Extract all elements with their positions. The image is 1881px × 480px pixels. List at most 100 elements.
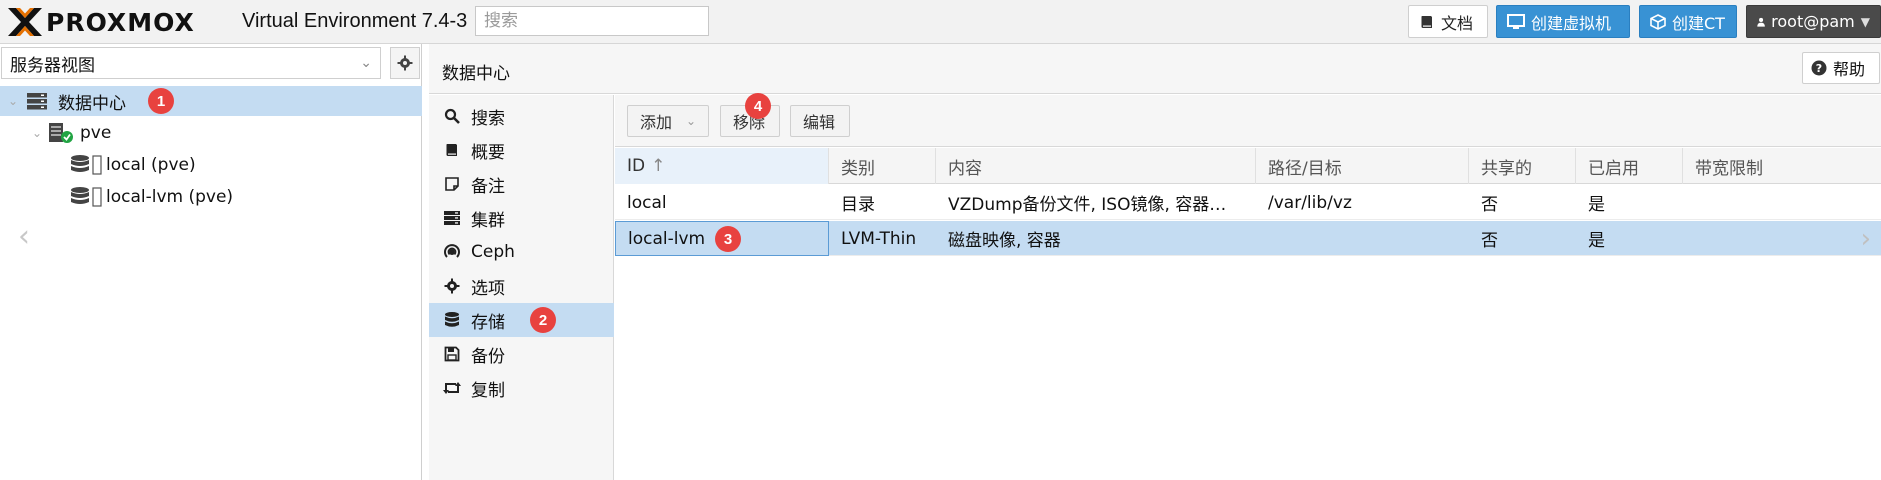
server-icon <box>444 211 460 225</box>
database-icon <box>445 312 459 327</box>
cell-path <box>1256 221 1469 256</box>
top-bar: PROXMOX Virtual Environment 7.4-3 文档 创建虚… <box>0 0 1881 44</box>
nav-item-label: 备份 <box>471 346 505 367</box>
nav-item-options[interactable]: 选项 <box>429 269 614 303</box>
database-icon <box>71 155 89 172</box>
edit-label: 编辑 <box>803 113 836 132</box>
cell-path: /var/lib/vz <box>1268 192 1352 213</box>
nav-item-summary[interactable]: 概要 <box>429 133 614 167</box>
nav-item-label: 选项 <box>471 278 505 299</box>
tree-node-local-storage[interactable]: local (pve) <box>0 150 422 180</box>
chevron-down-icon: ⌄ <box>685 114 696 128</box>
cell-enabled: 是 <box>1588 195 1605 215</box>
callout-marker-4: 4 <box>745 93 771 119</box>
tree-node-label: local-lvm (pve) <box>106 187 234 207</box>
create-vm-label: 创建虚拟机 <box>1531 13 1612 33</box>
tree-node-pve[interactable]: ⌄ pve <box>0 118 422 148</box>
brand-name: PROXMOX <box>46 7 195 37</box>
gear-icon <box>444 278 460 294</box>
collapse-icon[interactable]: ⌄ <box>8 94 22 108</box>
cube-icon <box>1650 13 1666 30</box>
tree-node-label: local (pve) <box>106 155 196 175</box>
cell-enabled: 是 <box>1588 231 1605 251</box>
chevron-left-icon[interactable]: ‹ <box>18 219 30 254</box>
chevron-right-icon[interactable]: › <box>1861 224 1871 254</box>
storage-toolbar: 添加 ⌄ 移除 编辑 4 <box>615 93 1881 147</box>
resource-tree-panel: 服务器视图 ⌄ ⌄ 数据中心 1 ⌄ pve local (pve) local… <box>0 44 422 480</box>
view-selector[interactable]: 服务器视图 ⌄ <box>1 47 381 79</box>
chevron-down-icon: ⌄ <box>360 55 372 71</box>
content-header: 数据中心 ? 帮助 <box>429 44 1881 94</box>
nav-item-search[interactable]: 搜索 <box>429 99 614 133</box>
help-label: 帮助 <box>1833 60 1866 79</box>
database-icon <box>71 187 89 204</box>
edit-button[interactable]: 编辑 <box>790 105 850 137</box>
column-header-content[interactable]: 内容 <box>936 148 1256 184</box>
docs-button[interactable]: 文档 <box>1408 5 1488 38</box>
node-online-icon <box>49 123 73 143</box>
nav-item-notes[interactable]: 备注 <box>429 167 614 201</box>
help-button[interactable]: ? 帮助 <box>1802 52 1880 84</box>
callout-marker-3: 3 <box>715 226 741 252</box>
view-selector-value: 服务器视图 <box>10 55 95 76</box>
question-circle-icon: ? <box>1811 60 1827 76</box>
nav-item-label: 集群 <box>471 210 505 231</box>
column-header-enabled[interactable]: 已启用 <box>1576 148 1683 184</box>
sort-ascending-icon: ↑ <box>651 156 666 176</box>
cell-content: 磁盘映像, 容器 <box>948 231 1061 251</box>
user-label: root@pam <box>1771 12 1855 31</box>
column-header-type[interactable]: 类别 <box>829 148 936 184</box>
nav-item-ceph[interactable]: Ceph <box>429 235 614 269</box>
nav-item-backup[interactable]: 备份 <box>429 337 614 371</box>
tree-node-label: pve <box>80 123 112 143</box>
user-icon <box>1757 17 1765 27</box>
storage-status-icon <box>92 187 102 207</box>
storage-content: 添加 ⌄ 移除 编辑 4 ID ↑ 类别 内容 路径/目标 共享的 已启用 带宽… <box>615 93 1881 480</box>
column-header-id[interactable]: ID ↑ <box>615 148 829 184</box>
callout-marker-2: 2 <box>530 307 556 333</box>
create-ct-button[interactable]: 创建CT <box>1639 5 1737 38</box>
nav-item-label: 概要 <box>471 142 505 163</box>
proxmox-logo[interactable]: PROXMOX <box>6 6 195 38</box>
column-header-path[interactable]: 路径/目标 <box>1256 148 1469 184</box>
svg-text:?: ? <box>1816 62 1822 75</box>
nav-item-cluster[interactable]: 集群 <box>429 201 614 235</box>
nav-item-storage[interactable]: 存储 <box>429 303 614 337</box>
column-header-bandwidth[interactable]: 带宽限制 <box>1683 148 1881 184</box>
table-row[interactable]: local-lvm LVM-Thin 磁盘映像, 容器 否 是 › <box>615 221 1881 256</box>
tree-node-local-lvm-storage[interactable]: local-lvm (pve) <box>0 182 422 212</box>
global-search-input[interactable] <box>475 6 709 36</box>
gear-icon <box>397 55 413 71</box>
create-ct-label: 创建CT <box>1672 13 1725 33</box>
nav-item-label: 搜索 <box>471 108 505 129</box>
monitor-icon <box>1507 13 1525 29</box>
search-icon <box>444 108 460 124</box>
book-icon <box>1421 15 1432 28</box>
add-label: 添加 <box>640 113 673 132</box>
cell-type: 目录 <box>841 195 875 215</box>
table-row[interactable]: local 目录 VZDump备份文件, ISO镜像, 容器… /var/lib… <box>615 185 1881 220</box>
storage-table-header: ID ↑ 类别 内容 路径/目标 共享的 已启用 带宽限制 <box>615 148 1881 184</box>
version-label: Virtual Environment 7.4-3 <box>242 10 468 32</box>
cell-shared: 否 <box>1481 231 1498 251</box>
cell-bandwidth <box>1683 221 1881 256</box>
create-vm-button[interactable]: 创建虚拟机 <box>1496 5 1630 38</box>
nav-item-label: 备注 <box>471 176 505 197</box>
docs-label: 文档 <box>1441 13 1474 33</box>
nav-item-replication[interactable]: 复制 <box>429 371 614 405</box>
nav-item-label: Ceph <box>471 242 515 262</box>
cell-bandwidth <box>1683 185 1881 220</box>
column-header-shared[interactable]: 共享的 <box>1469 148 1576 184</box>
callout-marker-1: 1 <box>148 88 174 114</box>
tree-settings-button[interactable] <box>390 47 420 79</box>
collapse-icon[interactable]: ⌄ <box>32 126 46 140</box>
retweet-icon <box>443 382 461 394</box>
floppy-icon <box>444 346 460 362</box>
cell-content: VZDump备份文件, ISO镜像, 容器… <box>948 195 1227 215</box>
tree-node-datacenter[interactable]: ⌄ 数据中心 <box>0 86 422 116</box>
cell-shared: 否 <box>1481 195 1498 215</box>
storage-status-icon <box>92 155 102 175</box>
book-icon <box>446 144 457 156</box>
user-menu-button[interactable]: root@pam ▼ <box>1746 5 1881 38</box>
add-button[interactable]: 添加 ⌄ <box>627 105 709 137</box>
